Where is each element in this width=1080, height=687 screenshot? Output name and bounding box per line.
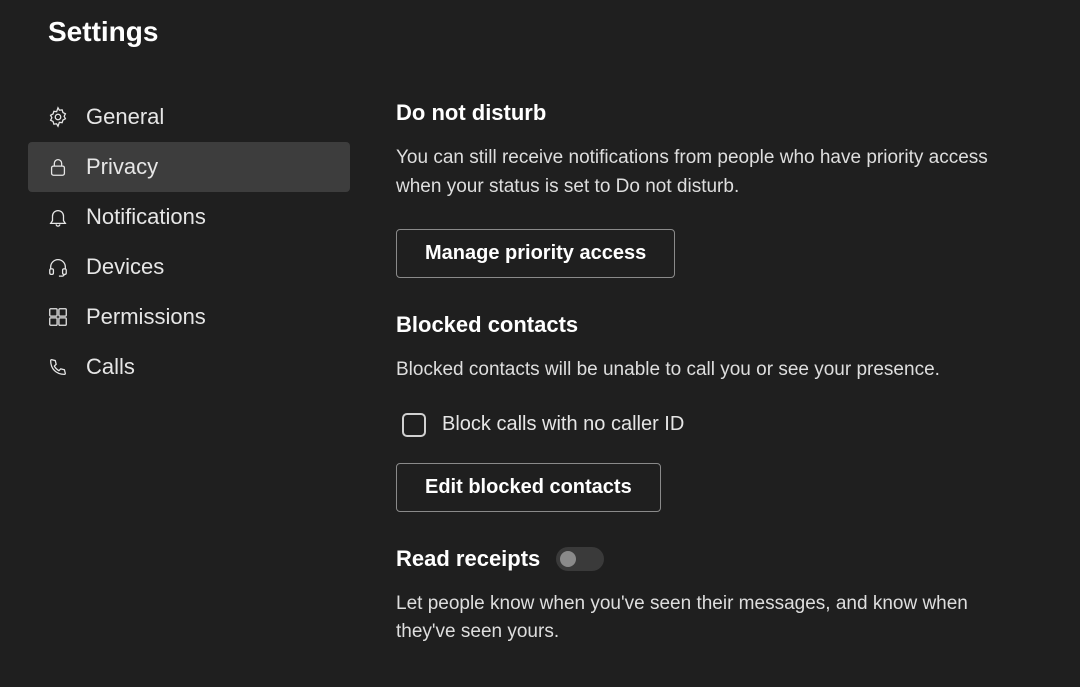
page-title: Settings (48, 16, 1032, 48)
block-no-caller-id-checkbox[interactable] (402, 413, 426, 437)
phone-icon (46, 355, 70, 379)
section-do-not-disturb: Do not disturb You can still receive not… (396, 100, 1032, 278)
headset-icon (46, 255, 70, 279)
sidebar-item-devices[interactable]: Devices (28, 242, 350, 292)
sidebar-item-notifications[interactable]: Notifications (28, 192, 350, 242)
section-read-receipts: Read receipts Let people know when you'v… (396, 546, 1032, 647)
sidebar-item-label: Notifications (86, 204, 206, 230)
edit-blocked-contacts-button[interactable]: Edit blocked contacts (396, 463, 661, 512)
sidebar-item-label: Devices (86, 254, 164, 280)
section-heading: Blocked contacts (396, 312, 1032, 338)
manage-priority-access-button[interactable]: Manage priority access (396, 229, 675, 278)
section-heading: Do not disturb (396, 100, 1032, 126)
apps-icon (46, 305, 70, 329)
toggle-knob (560, 551, 576, 567)
sidebar-item-privacy[interactable]: Privacy (28, 142, 350, 192)
settings-sidebar: General Privacy Notifications Devices (28, 92, 350, 681)
bell-icon (46, 205, 70, 229)
sidebar-item-label: Calls (86, 354, 135, 380)
settings-main: Do not disturb You can still receive not… (350, 92, 1032, 681)
section-heading-text: Read receipts (396, 546, 540, 572)
lock-icon (46, 155, 70, 179)
sidebar-item-label: Privacy (86, 154, 158, 180)
sidebar-item-permissions[interactable]: Permissions (28, 292, 350, 342)
sidebar-item-label: Permissions (86, 304, 206, 330)
read-receipts-toggle[interactable] (556, 547, 604, 571)
gear-icon (46, 105, 70, 129)
sidebar-item-calls[interactable]: Calls (28, 342, 350, 392)
section-desc: Let people know when you've seen their m… (396, 590, 1032, 647)
section-heading: Read receipts (396, 546, 1032, 572)
block-no-caller-id-row: Block calls with no caller ID (396, 413, 1032, 437)
checkbox-label: Block calls with no caller ID (442, 413, 684, 436)
section-blocked-contacts: Blocked contacts Blocked contacts will b… (396, 312, 1032, 512)
section-desc: You can still receive notifications from… (396, 144, 1032, 201)
sidebar-item-general[interactable]: General (28, 92, 350, 142)
section-desc: Blocked contacts will be unable to call … (396, 356, 1032, 385)
sidebar-item-label: General (86, 104, 164, 130)
